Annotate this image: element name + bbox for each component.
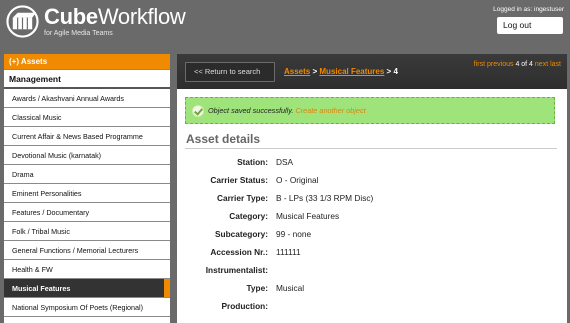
- sidebar-item[interactable]: Classical Music: [4, 108, 170, 127]
- brand-tagline: for Agile Media Teams: [44, 30, 113, 37]
- success-notice: Object saved successfully. Create anothe…: [185, 97, 555, 124]
- detail-row: Carrier Type: B - LPs (33 1/3 RPM Disc): [177, 193, 567, 211]
- asset-toolbar: << Return to search Assets > Musical Fea…: [177, 54, 567, 89]
- breadcrumb-current: 4: [393, 67, 398, 76]
- detail-row: Category: Musical Features: [177, 211, 567, 229]
- sidebar-item-label: National Symposium Of Poets (Regional): [12, 303, 144, 312]
- detail-value: Musical: [276, 283, 305, 293]
- breadcrumb-separator: >: [312, 67, 318, 76]
- sidebar-item-label: Features / Documentary: [12, 208, 90, 217]
- section-title: Asset details: [186, 132, 261, 146]
- cube-logo-icon: [6, 5, 39, 38]
- pager-last-link[interactable]: last: [550, 61, 561, 68]
- sidebar-item[interactable]: Eminent Personalities: [4, 184, 170, 203]
- return-to-search-button[interactable]: << Return to search: [185, 62, 275, 82]
- sidebar-assets-toggle[interactable]: (+) Assets: [4, 54, 170, 70]
- breadcrumb-separator: >: [386, 67, 392, 76]
- sidebar-item[interactable]: National / International Organisation: [4, 317, 170, 323]
- detail-label: Carrier Type:: [216, 193, 268, 203]
- detail-label: Type:: [246, 283, 268, 293]
- logged-in-user: Logged in as: ingestuser: [493, 6, 564, 13]
- detail-value: O - Original: [276, 175, 319, 185]
- sidebar-item[interactable]: Drama: [4, 165, 170, 184]
- detail-row: Carrier Status: O - Original: [177, 175, 567, 193]
- sidebar-item-label: Musical Features: [12, 284, 71, 293]
- pager-first-link[interactable]: first: [474, 61, 485, 68]
- detail-value: Musical Features: [276, 211, 340, 221]
- sidebar-category-list: Awards / Akashvani Annual Awards Classica…: [4, 89, 170, 323]
- sidebar-item-label: Devotional Music (karnatak): [12, 151, 102, 160]
- detail-label: Category:: [229, 211, 268, 221]
- detail-label: Subcategory:: [214, 229, 268, 239]
- detail-label: Station:: [237, 157, 268, 167]
- detail-value: 111111: [276, 247, 301, 257]
- sidebar-item[interactable]: Features / Documentary: [4, 203, 170, 222]
- detail-row: Subcategory: 99 - none: [177, 229, 567, 247]
- detail-value: 99 - none: [276, 229, 312, 239]
- sidebar-item-label: Awards / Akashvani Annual Awards: [12, 94, 125, 103]
- sidebar-item-label: Classical Music: [12, 113, 62, 122]
- sidebar-item[interactable]: Devotional Music (karnatak): [4, 146, 170, 165]
- detail-row: Type: Musical: [177, 283, 567, 301]
- detail-label: Production:: [221, 301, 268, 311]
- record-pager: first previous 4 of 4 next last: [474, 61, 561, 68]
- breadcrumb: Assets > Musical Features > 4: [284, 67, 398, 76]
- sidebar-item-label: Drama: [12, 170, 34, 179]
- detail-row: Instrumentalist:: [177, 265, 567, 283]
- sidebar-item-label: Current Affair & News Based Programme: [12, 132, 143, 141]
- brand-name: CubeWorkflow: [44, 4, 186, 30]
- sidebar-item-label: Folk / Tribal Music: [12, 227, 70, 236]
- checkmark-icon: [192, 105, 204, 117]
- app-header: CubeWorkflow for Agile Media Teams Logge…: [0, 0, 570, 52]
- detail-label: Accession Nr.:: [210, 247, 268, 257]
- detail-label: Instrumentalist:: [205, 265, 268, 275]
- sidebar-item-label: General Functions / Memorial Lecturers: [12, 246, 139, 255]
- detail-label: Carrier Status:: [210, 175, 268, 185]
- sidebar-item[interactable]: Folk / Tribal Music: [4, 222, 170, 241]
- active-item-marker: [164, 279, 170, 297]
- logout-button[interactable]: Log out: [497, 17, 563, 34]
- sidebar-item[interactable]: Current Affair & News Based Programme: [4, 127, 170, 146]
- sidebar-item[interactable]: General Functions / Memorial Lecturers: [4, 241, 170, 260]
- detail-row: Accession Nr.: 111111: [177, 247, 567, 265]
- sidebar-item[interactable]: Musical Features: [4, 279, 170, 298]
- pager-count: 4 of 4: [515, 61, 533, 68]
- pager-next-link[interactable]: next: [535, 61, 548, 68]
- success-message: Object saved successfully.: [208, 106, 294, 115]
- detail-row: Station: DSA: [177, 157, 567, 175]
- sidebar-item-label: Health & FW: [12, 265, 53, 274]
- create-another-link[interactable]: Create another object: [295, 106, 365, 115]
- brand-name-bold: Cube: [44, 4, 98, 29]
- main-panel: << Return to search Assets > Musical Fea…: [177, 54, 567, 323]
- brand-name-light: Workflow: [97, 4, 186, 29]
- section-divider: [185, 148, 557, 149]
- pager-previous-link[interactable]: previous: [487, 61, 513, 68]
- detail-row: Production:: [177, 301, 567, 319]
- sidebar-item[interactable]: Health & FW: [4, 260, 170, 279]
- detail-value: DSA: [276, 157, 294, 167]
- sidebar-management-heading[interactable]: Management: [4, 70, 170, 89]
- breadcrumb-assets-link[interactable]: Assets: [284, 67, 310, 76]
- sidebar-item-label: Eminent Personalities: [12, 189, 82, 198]
- sidebar: (+) Assets Management Awards / Akashvani…: [4, 54, 170, 323]
- sidebar-item[interactable]: National Symposium Of Poets (Regional): [4, 298, 170, 317]
- asset-detail-fields: Station: DSA Carrier Status: O - Original Ca…: [177, 157, 567, 319]
- sidebar-item[interactable]: Awards / Akashvani Annual Awards: [4, 89, 170, 108]
- detail-value: B - LPs (33 1/3 RPM Disc): [276, 193, 374, 203]
- breadcrumb-category-link[interactable]: Musical Features: [319, 67, 384, 76]
